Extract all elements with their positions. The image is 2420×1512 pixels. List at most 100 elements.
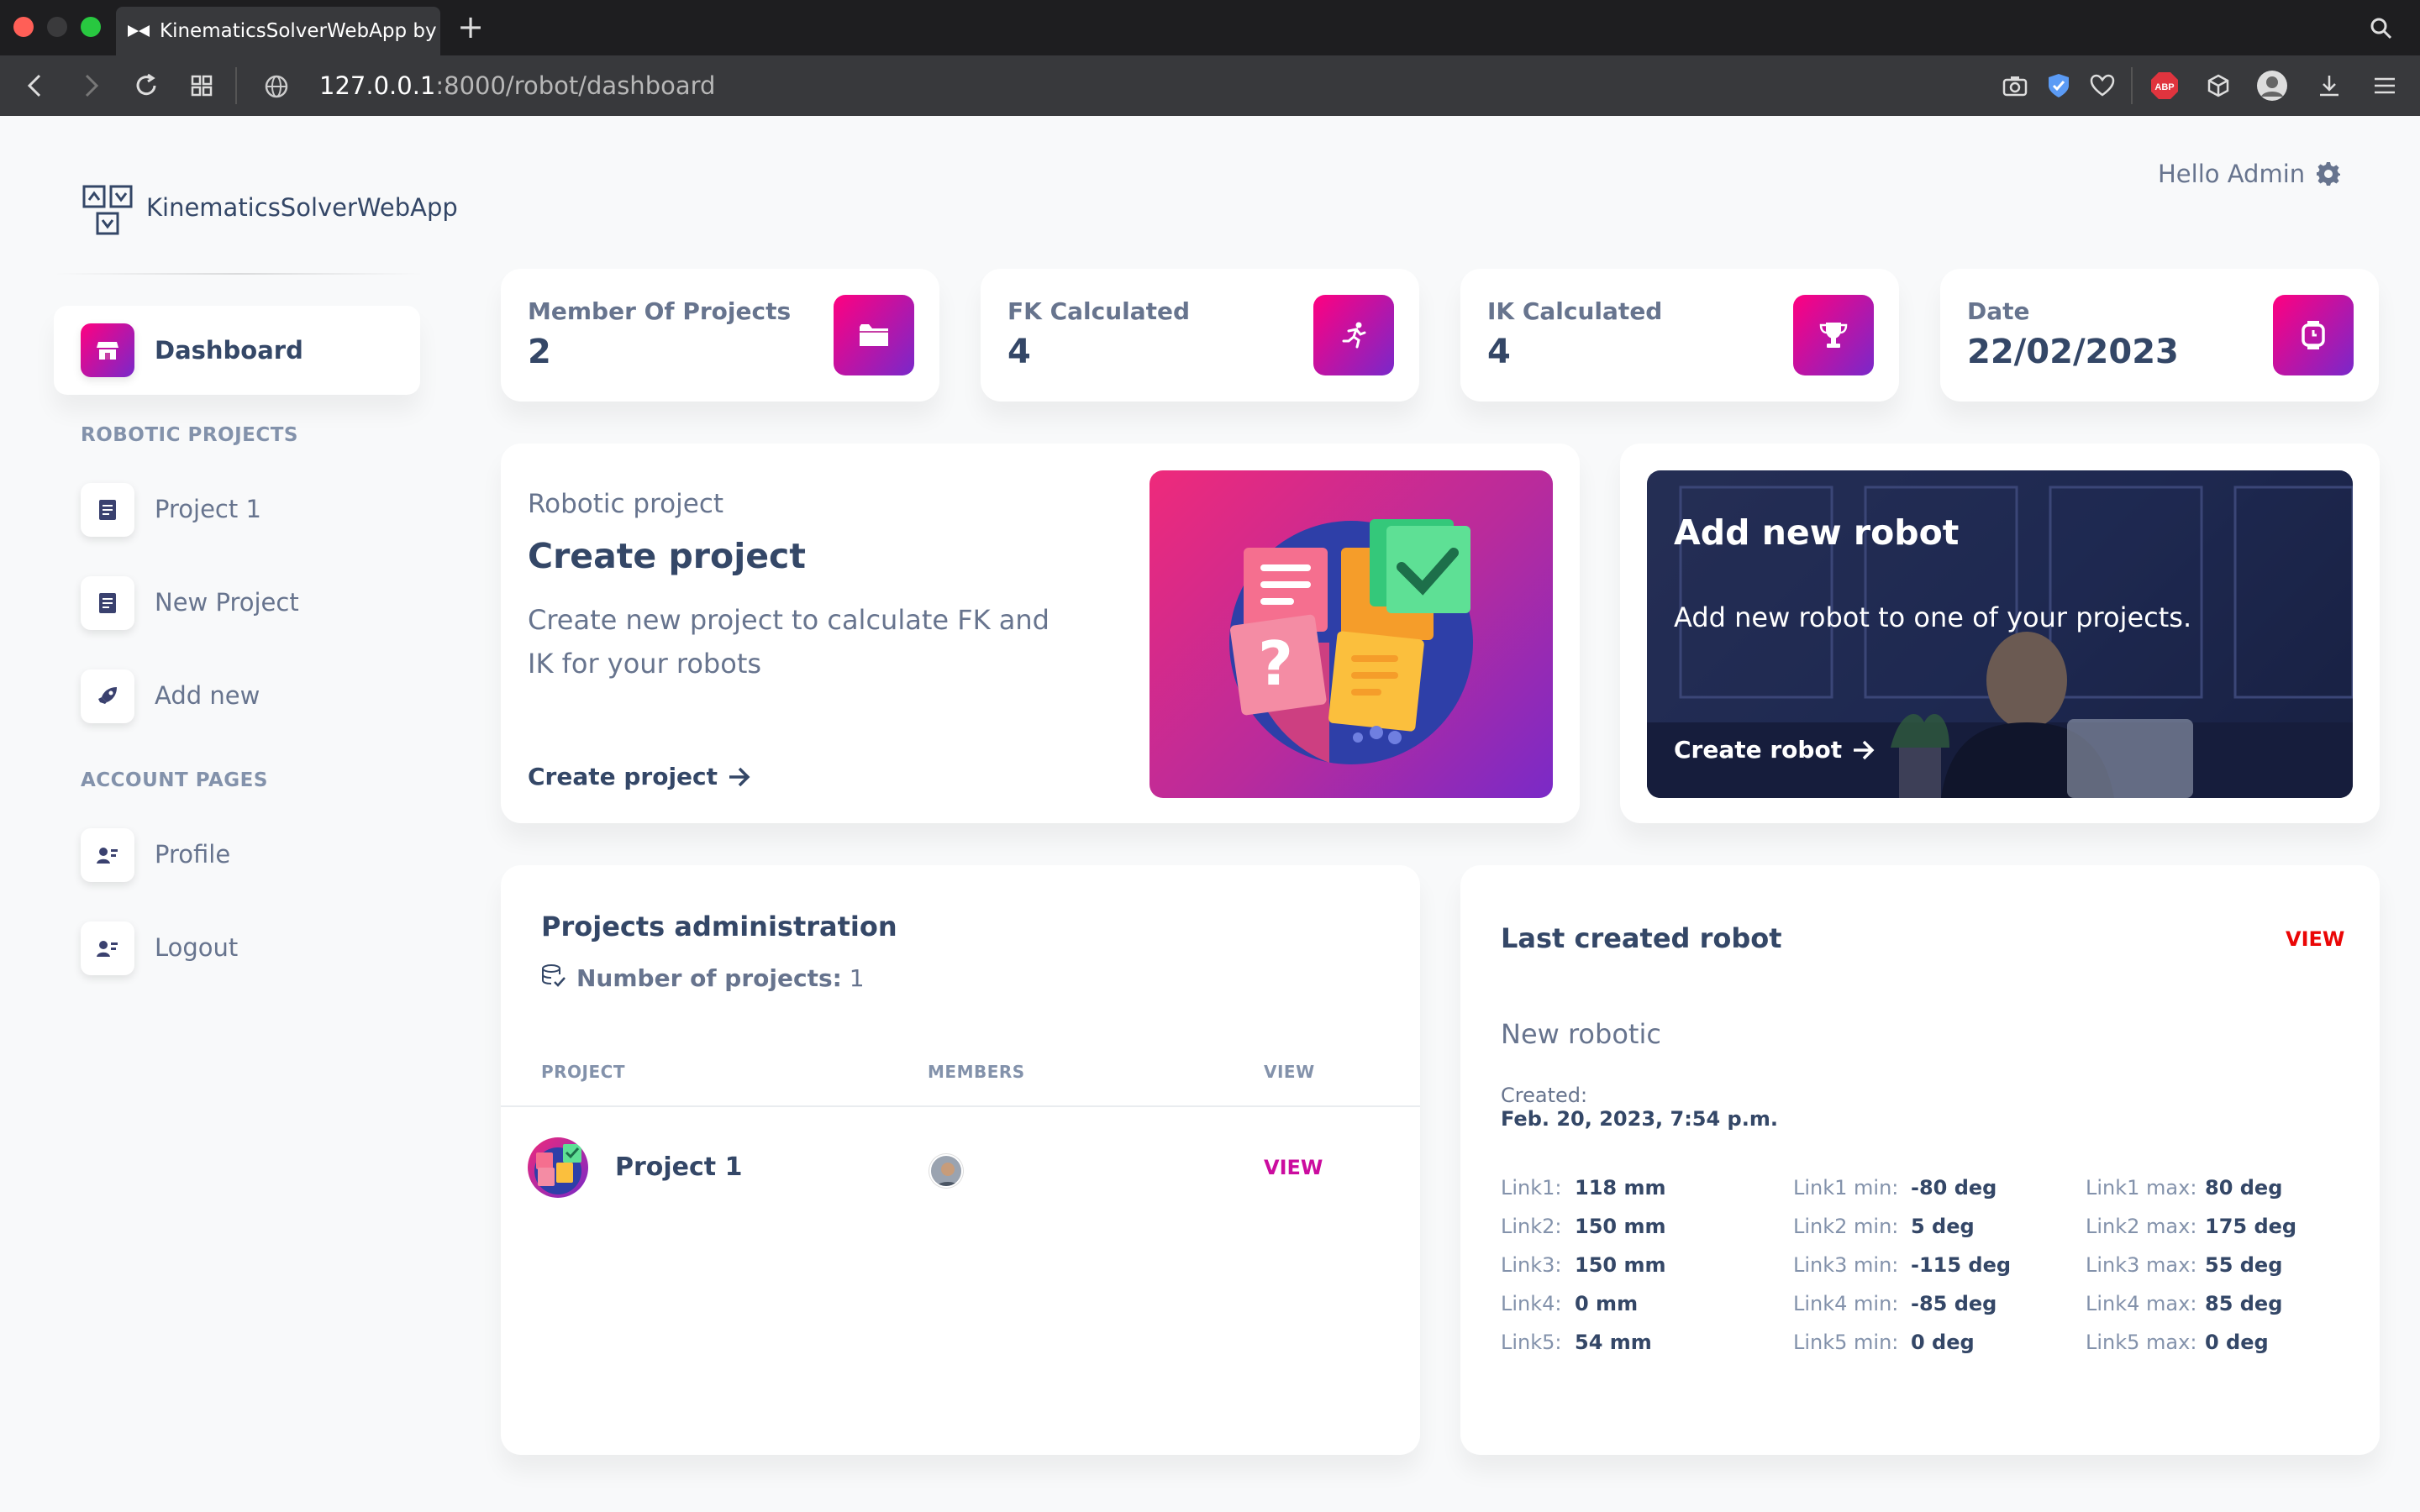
browser-tab-bar: KinematicsSolverWebApp by Da + bbox=[0, 0, 2420, 55]
sidebar-item-dashboard[interactable]: Dashboard bbox=[54, 306, 420, 395]
database-check-icon bbox=[542, 964, 566, 987]
trophy-icon bbox=[1793, 295, 1874, 375]
link-min-label: Link2 min: bbox=[1793, 1215, 1899, 1238]
gear-icon[interactable] bbox=[2316, 161, 2341, 186]
sidebar-item-label: New Project bbox=[155, 588, 299, 617]
link-max-value: 175 deg bbox=[2205, 1215, 2297, 1238]
link-label: Create robot bbox=[1674, 736, 1843, 764]
svg-text:?: ? bbox=[1258, 628, 1293, 699]
shield-check-icon bbox=[2049, 74, 2069, 97]
forward-button[interactable] bbox=[71, 55, 111, 116]
stat-card-date: Date 22/02/2023 bbox=[1940, 269, 2379, 402]
projects-admin-card: Projects administration Number of projec… bbox=[501, 865, 1420, 1455]
bookmarks-button[interactable] bbox=[2084, 67, 2121, 104]
tab-title: KinematicsSolverWebApp by Da bbox=[160, 20, 440, 42]
link-min-label: Link5 min: bbox=[1793, 1331, 1899, 1354]
sidebar-item-project-1[interactable]: Project 1 bbox=[81, 483, 417, 537]
profile-button[interactable] bbox=[2254, 67, 2291, 104]
app-brand[interactable]: KinematicsSolverWebApp bbox=[146, 193, 458, 222]
link-min-value: -80 deg bbox=[1911, 1176, 1997, 1200]
downloads-button[interactable] bbox=[2311, 67, 2348, 104]
robot-card-background: Add new robot Add new robot to one of yo… bbox=[1647, 470, 2353, 798]
sidebar-item-label: Profile bbox=[155, 840, 231, 869]
search-tabs-icon[interactable] bbox=[2370, 17, 2393, 40]
table-divider bbox=[501, 1105, 1420, 1107]
sidebar-item-label: Project 1 bbox=[155, 495, 261, 523]
link-min-label: Link1 min: bbox=[1793, 1176, 1899, 1200]
sidebar-divider bbox=[54, 273, 424, 275]
user-greeting[interactable]: Hello Admin bbox=[2158, 160, 2305, 188]
sidebar-item-new-project[interactable]: New Project bbox=[81, 576, 417, 630]
reload-button[interactable] bbox=[126, 55, 166, 116]
sidebar-item-logout[interactable]: Logout bbox=[81, 921, 417, 975]
member-avatar[interactable] bbox=[929, 1154, 963, 1188]
camera-icon bbox=[2002, 76, 2028, 97]
shop-icon bbox=[81, 323, 134, 377]
bowtie-favicon-icon bbox=[128, 25, 150, 37]
link-value: 150 mm bbox=[1575, 1253, 1666, 1277]
minimize-window-button[interactable] bbox=[47, 17, 67, 37]
menu-lines-icon bbox=[2375, 77, 2395, 94]
url-field[interactable]: 127.0.0.1:8000/robot/dashboard bbox=[319, 55, 715, 116]
menu-button[interactable] bbox=[2366, 67, 2403, 104]
globe-icon bbox=[265, 75, 288, 98]
stat-card-fk-calculated: FK Calculated 4 bbox=[981, 269, 1419, 402]
close-window-button[interactable] bbox=[13, 17, 34, 37]
create-project-link[interactable]: Create project bbox=[528, 763, 751, 790]
new-tab-button[interactable]: + bbox=[454, 10, 487, 44]
last-robot-card: Last created robot VIEW New robotic Crea… bbox=[1460, 865, 2380, 1455]
created-label: Created: bbox=[1501, 1084, 1588, 1107]
rocket-icon bbox=[81, 669, 134, 723]
description-line: Create new project to calculate FK and bbox=[528, 604, 1050, 636]
stat-card-member-projects: Member Of Projects 2 bbox=[501, 269, 939, 402]
card-title: Add new robot bbox=[1674, 512, 1960, 553]
link-value: 150 mm bbox=[1575, 1215, 1666, 1238]
view-robot-link[interactable]: VIEW bbox=[2286, 927, 2344, 951]
sidebar-item-label: Logout bbox=[155, 933, 239, 962]
link-value: 54 mm bbox=[1575, 1331, 1652, 1354]
count-value: 1 bbox=[849, 964, 865, 992]
link-label: Link1: bbox=[1501, 1176, 1562, 1200]
view-project-link[interactable]: VIEW bbox=[1264, 1156, 1323, 1179]
link-row: Link4: 0 mm Link4 min: -85 deg Link4 max… bbox=[1501, 1292, 2358, 1331]
sidebar-item-profile[interactable]: Profile bbox=[81, 828, 417, 882]
link-min-label: Link4 min: bbox=[1793, 1292, 1899, 1315]
snapshot-button[interactable] bbox=[1996, 67, 2033, 104]
vpn-shield-button[interactable] bbox=[2040, 67, 2077, 104]
stat-label: FK Calculated bbox=[1007, 297, 1191, 325]
card-title: Last created robot bbox=[1501, 922, 1782, 954]
url-path: :8000/robot/dashboard bbox=[435, 71, 716, 100]
maximize-window-button[interactable] bbox=[81, 17, 101, 37]
heart-icon bbox=[2090, 74, 2115, 97]
link-label: Link3: bbox=[1501, 1253, 1562, 1277]
extensions-button[interactable] bbox=[2200, 67, 2237, 104]
adblock-extension-button[interactable]: ABP bbox=[2146, 67, 2183, 104]
link-value: 0 mm bbox=[1575, 1292, 1639, 1315]
link-max-value: 55 deg bbox=[2205, 1253, 2283, 1277]
link-label: Link2: bbox=[1501, 1215, 1562, 1238]
tab-grid-button[interactable] bbox=[182, 55, 222, 116]
back-button[interactable] bbox=[15, 55, 55, 116]
watch-icon bbox=[2273, 295, 2354, 375]
grid-icon bbox=[191, 75, 213, 97]
project-avatar bbox=[528, 1137, 588, 1198]
card-overline: Robotic project bbox=[528, 489, 724, 519]
link-max-value: 0 deg bbox=[2205, 1331, 2269, 1354]
adblock-icon: ABP bbox=[2151, 72, 2178, 99]
stat-label: Member Of Projects bbox=[528, 297, 792, 325]
card-description: Create new project to calculate FK and I… bbox=[528, 598, 1050, 685]
svg-text:ABP: ABP bbox=[2154, 82, 2174, 92]
sidebar-item-add-new[interactable]: Add new bbox=[81, 669, 417, 723]
link-max-value: 80 deg bbox=[2205, 1176, 2283, 1200]
toolbar-divider bbox=[2131, 67, 2133, 104]
url-host: 127.0.0.1 bbox=[319, 71, 436, 100]
link-max-value: 85 deg bbox=[2205, 1292, 2283, 1315]
link-label: Link5: bbox=[1501, 1331, 1562, 1354]
folder-icon bbox=[834, 295, 914, 375]
browser-tab[interactable]: KinematicsSolverWebApp by Da bbox=[116, 7, 440, 55]
stat-value: 2 bbox=[528, 333, 551, 371]
link-max-label: Link5 max: bbox=[2086, 1331, 2197, 1354]
create-robot-link[interactable]: Create robot bbox=[1674, 736, 1876, 764]
project-name[interactable]: Project 1 bbox=[615, 1152, 742, 1182]
link-min-value: -85 deg bbox=[1911, 1292, 1997, 1315]
